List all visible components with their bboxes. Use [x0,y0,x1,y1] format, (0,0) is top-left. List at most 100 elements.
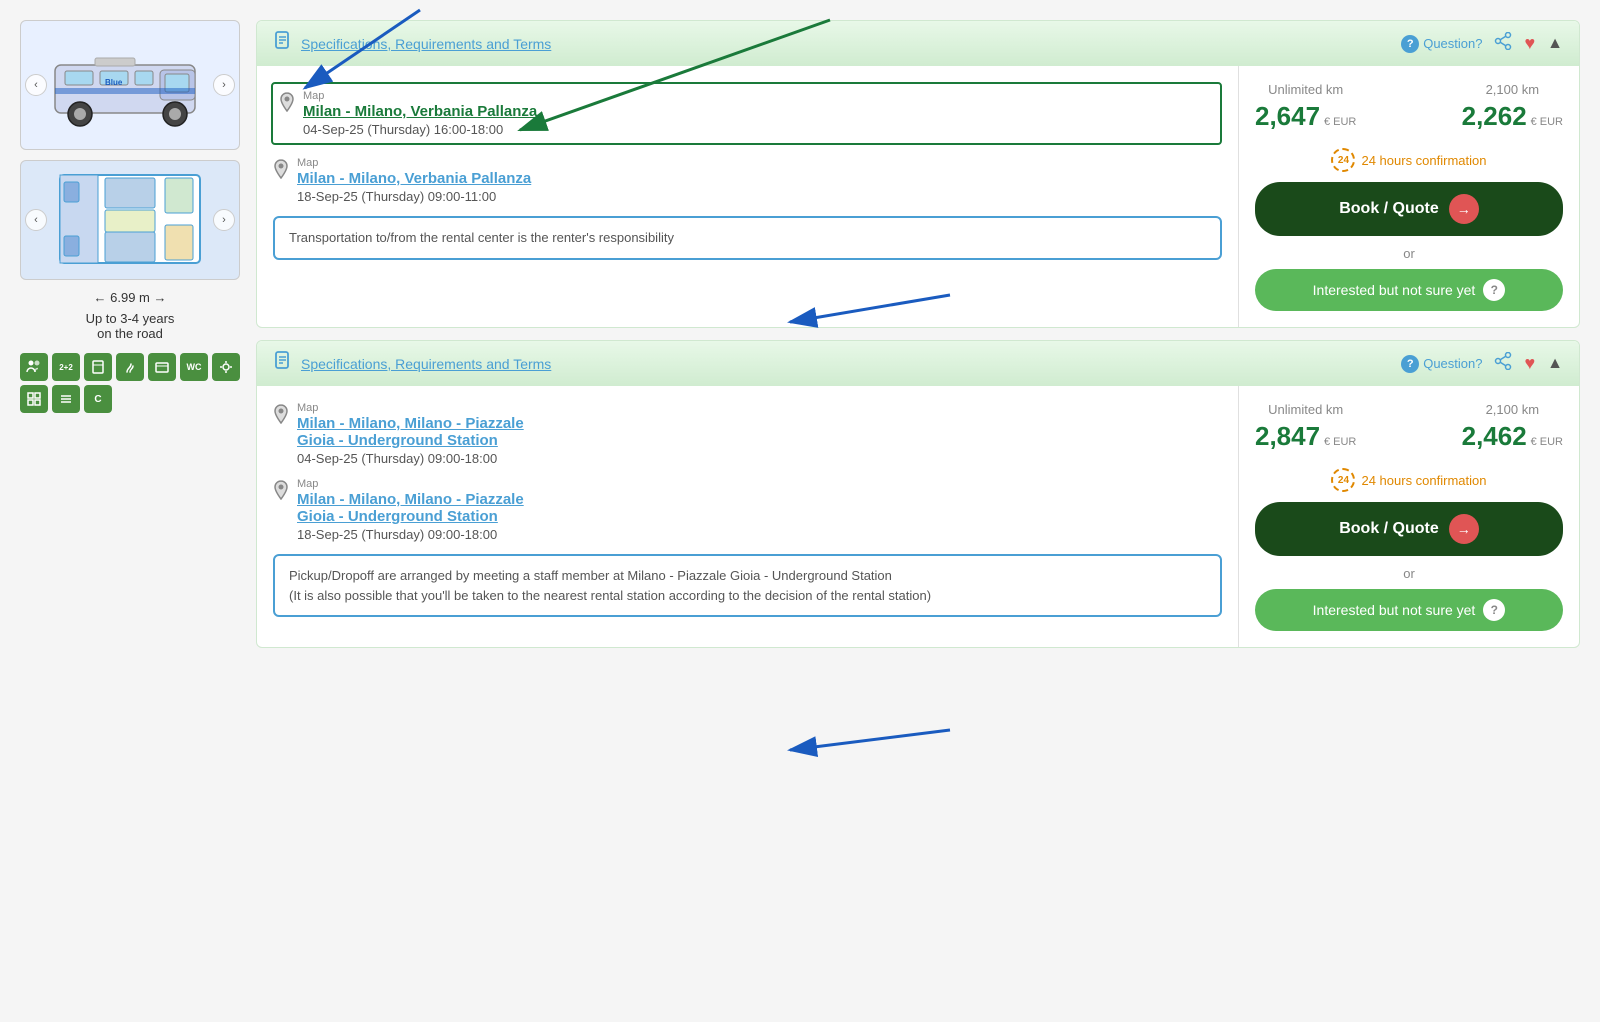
specs-link-2[interactable]: Specifications, Requirements and Terms [301,356,551,372]
confirmation-badge-2: 24 24 hours confirmation [1255,468,1563,492]
card-right-2: Unlimited km 2,847 € EUR 2,100 km 2,462 … [1239,386,1579,647]
interested-button-1[interactable]: Interested but not sure yet ? [1255,269,1563,311]
interested-help-icon-1: ? [1483,279,1505,301]
share-icon-1[interactable] [1494,32,1512,55]
question-label-1: Question? [1423,36,1482,51]
next-image-arrow[interactable]: › [213,74,235,96]
or-text-1: or [1255,246,1563,261]
price-limited-number-1: 2,262 [1462,101,1527,131]
rental-card-1: Specifications, Requirements and Terms ?… [256,20,1580,328]
interested-label-1: Interested but not sure yet [1313,282,1476,298]
price-unlimited-value-2: 2,847 € EUR [1255,421,1356,452]
price-unlimited-value-1: 2,647 € EUR [1255,101,1356,132]
pickup-location-2: Map Milan - Milano, Milano - PiazzaleGio… [273,402,1222,466]
doc-icon-1 [273,31,293,56]
pickup-map-label-1: Map [303,90,1214,102]
price-unlimited-currency-2: € EUR [1324,436,1356,448]
price-limited-number-2: 2,462 [1462,421,1527,451]
card-right-1: Unlimited km 2,647 € EUR 2,100 km 2,262 … [1239,66,1579,327]
dropoff-link-2[interactable]: Milan - Milano, Milano - PiazzaleGioia -… [297,491,1222,525]
interested-help-icon-2: ? [1483,599,1505,621]
pickup-pin-1 [279,92,295,117]
feature-icon-wc: WC [180,353,208,381]
info-box-1: Transportation to/from the rental center… [273,216,1222,260]
floorplan-image: ‹ › [20,160,240,280]
dropoff-pin-2 [273,480,289,505]
interested-label-2: Interested but not sure yet [1313,602,1476,618]
price-limited-label-2: 2,100 km [1462,402,1563,417]
price-limited-label-1: 2,100 km [1462,82,1563,97]
pickup-pin-2 [273,404,289,429]
feature-icon-solar [212,353,240,381]
question-icon-1: ? [1401,35,1419,53]
card-header-right-1: ? Question? ♥ ▲ [1401,32,1563,55]
pickup-location-1: Map Milan - Milano, Verbania Pallanza 04… [271,82,1222,145]
dropoff-location-1: Map Milan - Milano, Verbania Pallanza 18… [273,157,1222,204]
card-header-right-2: ? Question? ♥ ▲ [1401,352,1563,375]
heart-icon-1[interactable]: ♥ [1524,33,1535,54]
dropoff-info-2: Map Milan - Milano, Milano - PiazzaleGio… [297,478,1222,542]
feature-icon-heating [116,353,144,381]
dropoff-date-2: 18-Sep-25 (Thursday) 09:00-18:00 [297,527,1222,542]
interested-button-2[interactable]: Interested but not sure yet ? [1255,589,1563,631]
dropoff-link-1[interactable]: Milan - Milano, Verbania Pallanza [297,170,1222,187]
vehicle-age: Up to 3-4 yearson the road [20,311,240,341]
main-content: Specifications, Requirements and Terms ?… [256,20,1580,648]
price-limited-value-2: 2,462 € EUR [1462,421,1563,452]
price-unlimited-number-2: 2,847 [1255,421,1320,451]
vehicle-image: Blue ‹ › [20,20,240,150]
question-icon-2: ? [1401,355,1419,373]
price-limited-2: 2,100 km 2,462 € EUR [1462,402,1563,452]
feature-icon-storage [148,353,176,381]
confirmation-label-1: 24 hours confirmation [1361,153,1486,168]
prev-image-arrow[interactable]: ‹ [25,74,47,96]
prev-floorplan-arrow[interactable]: ‹ [25,209,47,231]
book-button-1[interactable]: Book / Quote → [1255,182,1563,236]
card-left-2: Map Milan - Milano, Milano - PiazzaleGio… [257,386,1239,647]
pickup-info-1: Map Milan - Milano, Verbania Pallanza 04… [303,90,1214,137]
collapse-icon-1[interactable]: ▲ [1547,35,1563,53]
card-left-1: Map Milan - Milano, Verbania Pallanza 04… [257,66,1239,327]
dropoff-pin-1 [273,159,289,184]
book-arrow-1: → [1449,194,1479,224]
book-button-2[interactable]: Book / Quote → [1255,502,1563,556]
collapse-icon-2[interactable]: ▲ [1547,355,1563,373]
card-body-1: Map Milan - Milano, Verbania Pallanza 04… [257,66,1579,327]
book-arrow-2: → [1449,514,1479,544]
book-label-2: Book / Quote [1339,520,1439,538]
book-label-1: Book / Quote [1339,200,1439,218]
vehicle-length: ← 6.99 m → [20,290,240,305]
price-unlimited-1: Unlimited km 2,647 € EUR [1255,82,1356,132]
pickup-link-2[interactable]: Milan - Milano, Milano - PiazzaleGioia -… [297,415,1222,449]
next-floorplan-arrow[interactable]: › [213,209,235,231]
rental-card-2: Specifications, Requirements and Terms ?… [256,340,1580,648]
question-label-2: Question? [1423,356,1482,371]
price-unlimited-label-1: Unlimited km [1255,82,1356,97]
price-limited-currency-1: € EUR [1531,116,1563,128]
pricing-row-2: Unlimited km 2,847 € EUR 2,100 km 2,462 … [1255,402,1563,452]
dropoff-date-1: 18-Sep-25 (Thursday) 09:00-11:00 [297,189,1222,204]
card-header-left-1: Specifications, Requirements and Terms [273,31,551,56]
question-btn-1[interactable]: ? Question? [1401,35,1482,53]
confirmation-label-2: 24 hours confirmation [1361,473,1486,488]
specs-link-1[interactable]: Specifications, Requirements and Terms [301,36,551,52]
card-header-1: Specifications, Requirements and Terms ?… [257,21,1579,66]
feature-icons-container: 2+2 WC C [20,353,240,413]
share-icon-2[interactable] [1494,352,1512,375]
heart-icon-2[interactable]: ♥ [1524,353,1535,374]
hours-badge-1: 24 [1331,148,1355,172]
card-body-2: Map Milan - Milano, Milano - PiazzaleGio… [257,386,1579,647]
price-unlimited-2: Unlimited km 2,847 € EUR [1255,402,1356,452]
price-limited-value-1: 2,262 € EUR [1462,101,1563,132]
pricing-row-1: Unlimited km 2,647 € EUR 2,100 km 2,262 … [1255,82,1563,132]
pickup-info-2: Map Milan - Milano, Milano - PiazzaleGio… [297,402,1222,466]
question-btn-2[interactable]: ? Question? [1401,355,1482,373]
pickup-map-label-2: Map [297,402,1222,414]
price-unlimited-number-1: 2,647 [1255,101,1320,131]
pickup-link-1[interactable]: Milan - Milano, Verbania Pallanza [303,103,1214,120]
price-unlimited-label-2: Unlimited km [1255,402,1356,417]
or-text-2: or [1255,566,1563,581]
price-limited-1: 2,100 km 2,262 € EUR [1462,82,1563,132]
feature-icon-extra [52,385,80,413]
svg-text:Blue: Blue [105,78,123,87]
